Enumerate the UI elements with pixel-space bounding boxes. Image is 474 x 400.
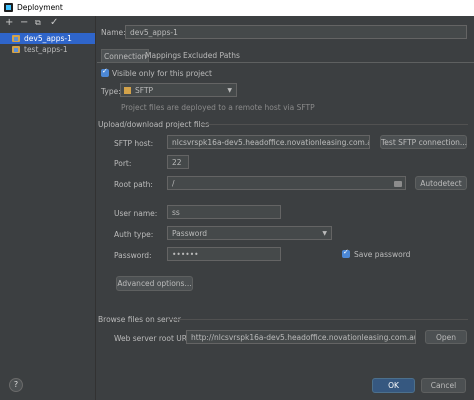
root-path-value: / [172,179,175,188]
tree-item-label: dev5_apps-1 [24,34,72,43]
chevron-down-icon: ▼ [227,87,232,94]
test-sftp-button[interactable]: Test SFTP connection... [380,135,467,149]
password-input[interactable]: •••••• [167,247,281,261]
add-icon[interactable]: + [5,18,13,28]
tree-item-test[interactable]: test_apps-1 [0,44,95,55]
visible-only-label: Visible only for this project [112,69,212,78]
sftp-icon [124,87,131,94]
ok-button[interactable]: OK [372,378,415,393]
cancel-button[interactable]: Cancel [421,378,466,393]
auth-type-label: Auth type: [114,230,154,239]
web-root-label: Web server root URL: [114,334,194,343]
tab-mappings[interactable]: Mappings [143,49,183,62]
section-divider [168,319,468,320]
save-password-label: Save password [354,250,411,259]
root-path-input[interactable]: / [167,176,406,190]
autodetect-button[interactable]: Autodetect [415,176,467,190]
port-input[interactable]: 22 [167,155,189,169]
server-list-pane [0,16,96,400]
server-folder-icon [12,35,20,42]
auth-type-dropdown[interactable]: Password ▼ [167,226,332,240]
name-input[interactable]: dev5_apps-1 [125,25,467,39]
upload-section-title: Upload/download project files [98,120,210,129]
root-path-label: Root path: [114,180,153,189]
name-label: Name: [101,28,126,37]
tab-excluded-paths[interactable]: Excluded Paths [181,49,242,62]
user-name-input[interactable]: ss [167,205,281,219]
visible-only-checkbox[interactable] [101,67,109,77]
window-title: Deployment [17,3,63,12]
auth-type-value: Password [172,229,208,238]
open-button[interactable]: Open [425,330,467,344]
help-button[interactable]: ? [9,378,23,392]
app-icon [4,3,13,12]
port-label: Port: [114,159,132,168]
type-label: Type: [101,87,121,96]
user-name-label: User name: [114,209,158,218]
password-label: Password: [114,251,152,260]
apply-icon[interactable]: ✓ [50,18,58,28]
tree-item-dev5[interactable]: dev5_apps-1 [0,33,95,44]
folder-icon[interactable] [394,181,402,187]
type-hint: Project files are deployed to a remote h… [121,103,315,112]
sftp-host-label: SFTP host: [114,139,154,148]
advanced-options-button[interactable]: Advanced options... [116,276,193,291]
type-value: SFTP [135,86,154,95]
web-root-input[interactable]: http://nlcsvrspk16a-dev5.headoffice.nova… [186,330,416,344]
save-password-checkbox[interactable] [342,248,350,258]
section-divider [200,124,468,125]
copy-icon[interactable]: ⧉ [35,18,41,28]
type-dropdown[interactable]: SFTP ▼ [120,83,237,97]
server-folder-icon [12,46,20,53]
remove-icon[interactable]: − [20,18,28,28]
sftp-host-input[interactable]: nlcsvrspk16a-dev5.headoffice.novationlea… [167,135,370,149]
chevron-down-icon: ▼ [322,230,327,237]
tree-item-label: test_apps-1 [24,45,68,54]
title-bar: Deployment [0,0,474,16]
